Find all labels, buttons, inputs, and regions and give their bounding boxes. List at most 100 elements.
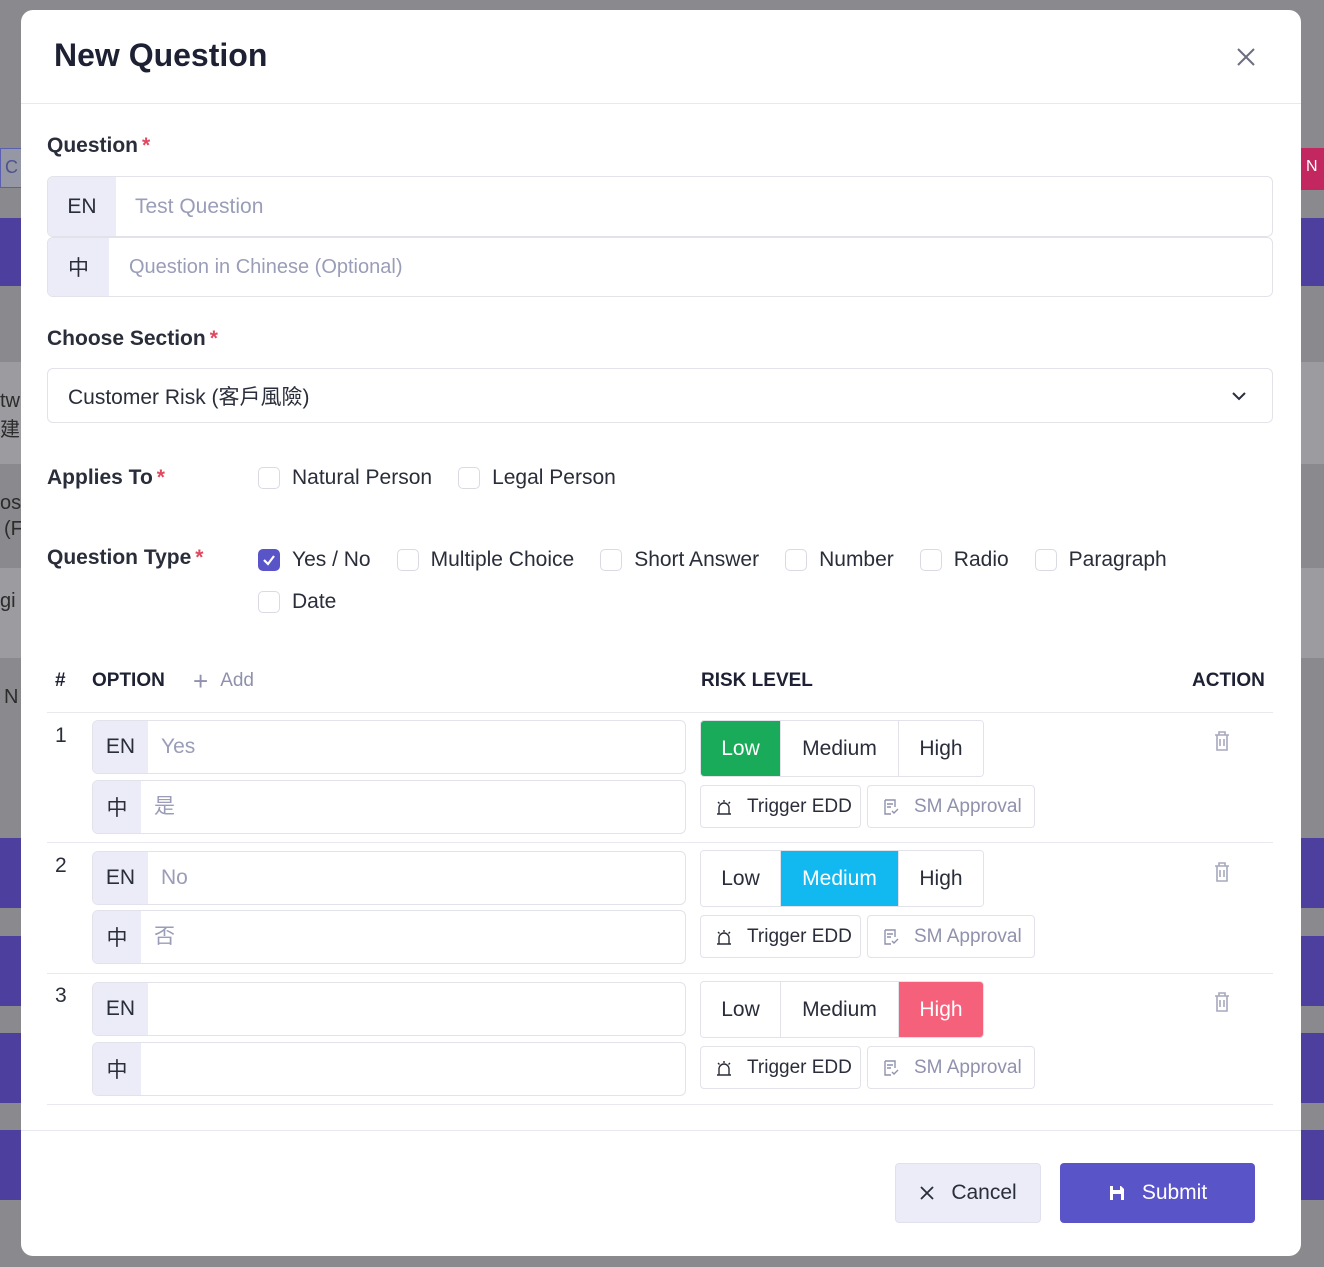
en-tag: EN [48, 177, 116, 236]
bg-fragment: 建 [0, 419, 20, 441]
option-en-input-group: EN [92, 982, 686, 1036]
risk-level-selector: Low Medium High [700, 981, 984, 1038]
section-selected-value: Customer Risk (客戶風險) [68, 385, 310, 409]
trash-icon[interactable] [1212, 861, 1232, 883]
section-label: Choose Section * [47, 327, 218, 350]
bg-fragment: tw [0, 390, 20, 412]
section-select[interactable]: Customer Risk (客戶風險) [47, 368, 1273, 423]
approval-doc-icon [884, 798, 899, 815]
risk-high-button[interactable]: High [899, 851, 983, 906]
option-zh-field[interactable] [141, 781, 685, 833]
trigger-edd-button[interactable]: Trigger EDD [700, 915, 861, 958]
risk-medium-button[interactable]: Medium [781, 982, 899, 1037]
option-en-field[interactable] [148, 721, 685, 773]
legal-person-checkbox[interactable] [458, 467, 481, 489]
save-icon [1109, 1186, 1124, 1200]
col-header-num: # [55, 670, 66, 691]
table-divider [47, 712, 1273, 713]
en-tag: EN [93, 721, 148, 773]
option-en-field[interactable] [148, 983, 685, 1035]
chevron-down-icon [1232, 392, 1246, 401]
risk-high-button[interactable]: High [899, 721, 983, 776]
trigger-edd-button[interactable]: Trigger EDD [700, 785, 861, 828]
risk-medium-button[interactable]: Medium [781, 851, 899, 906]
applies-to-label: Applies To * [47, 466, 165, 489]
sm-approval-button[interactable]: SM Approval [867, 785, 1035, 828]
trigger-edd-button[interactable]: Trigger EDD [700, 1046, 861, 1089]
trigger-edd-label: Trigger EDD [747, 1056, 852, 1078]
question-type-label: Question Type * [47, 546, 204, 569]
option-en-input-group: EN [92, 720, 686, 774]
applies-to-options: Natural Person Legal Person [258, 466, 642, 490]
close-icon[interactable] [1233, 44, 1259, 70]
number-checkbox[interactable] [785, 549, 808, 571]
risk-high-button[interactable]: High [899, 982, 983, 1037]
close-icon [920, 1186, 934, 1200]
option-en-field[interactable] [148, 852, 685, 904]
sm-approval-button[interactable]: SM Approval [867, 915, 1035, 958]
row-number: 1 [55, 724, 67, 747]
option-en-input-group: EN [92, 851, 686, 905]
multiple-choice-checkbox[interactable] [396, 549, 419, 571]
short-answer-label: Short Answer [634, 548, 760, 571]
new-question-modal: New Question Question* EN 中 Choose Secti… [21, 10, 1301, 1256]
paragraph-label: Paragraph [1068, 548, 1167, 571]
sm-approval-label: SM Approval [914, 795, 1022, 817]
cancel-label: Cancel [951, 1181, 1017, 1204]
date-checkbox[interactable] [258, 591, 280, 613]
option-zh-input-group: 中 [92, 780, 686, 834]
zh-tag: 中 [93, 1043, 141, 1095]
sm-approval-button[interactable]: SM Approval [867, 1046, 1035, 1089]
check-icon [263, 555, 275, 566]
col-header-action: ACTION [1192, 670, 1265, 691]
risk-low-button[interactable]: Low [701, 851, 781, 906]
question-en-field[interactable] [116, 177, 1272, 236]
trash-icon[interactable] [1212, 991, 1232, 1013]
trash-icon[interactable] [1212, 730, 1232, 752]
risk-level-selector: Low Medium High [700, 720, 984, 777]
natural-person-checkbox[interactable] [258, 467, 280, 489]
submit-button[interactable]: Submit [1060, 1163, 1255, 1223]
risk-low-button[interactable]: Low [701, 982, 781, 1037]
add-option-button[interactable]: + Add [193, 668, 254, 694]
sm-approval-label: SM Approval [914, 925, 1022, 947]
question-zh-input-group: 中 [47, 237, 1273, 297]
bg-fragment: N [4, 686, 19, 708]
alarm-icon [717, 1060, 731, 1076]
option-zh-input-group: 中 [92, 910, 686, 964]
trigger-edd-label: Trigger EDD [747, 795, 852, 817]
question-zh-field[interactable] [109, 238, 1272, 296]
number-label: Number [819, 548, 894, 571]
sm-approval-label: SM Approval [914, 1056, 1022, 1078]
modal-header: New Question [21, 10, 1301, 104]
question-type-options-row2: Date [258, 590, 362, 614]
bg-right-chip: N [1298, 148, 1324, 190]
paragraph-checkbox[interactable] [1034, 549, 1057, 571]
bg-header-band [0, 0, 1324, 10]
yes-no-label: Yes / No [292, 548, 371, 571]
cancel-button[interactable]: Cancel [895, 1163, 1041, 1223]
option-zh-input-group: 中 [92, 1042, 686, 1096]
footer-divider [21, 1130, 1301, 1131]
zh-tag: 中 [93, 911, 141, 963]
multiple-choice-label: Multiple Choice [430, 548, 575, 571]
option-zh-field[interactable] [141, 1043, 685, 1095]
zh-tag: 中 [93, 781, 141, 833]
bg-fragment: os [0, 492, 22, 514]
en-tag: EN [93, 983, 148, 1035]
zh-tag: 中 [48, 238, 109, 296]
alarm-icon [717, 799, 731, 815]
col-header-option: OPTION [92, 670, 165, 691]
table-divider [47, 973, 1273, 974]
en-tag: EN [93, 852, 148, 904]
short-answer-checkbox[interactable] [600, 549, 623, 571]
option-zh-field[interactable] [141, 911, 685, 963]
required-mark: * [156, 466, 165, 489]
risk-medium-button[interactable]: Medium [781, 721, 899, 776]
radio-checkbox[interactable] [919, 549, 942, 571]
risk-low-button[interactable]: Low [701, 721, 781, 776]
approval-doc-icon [884, 928, 899, 945]
table-divider [47, 1104, 1273, 1105]
yes-no-checkbox[interactable] [258, 549, 280, 571]
modal-title: New Question [54, 37, 268, 73]
